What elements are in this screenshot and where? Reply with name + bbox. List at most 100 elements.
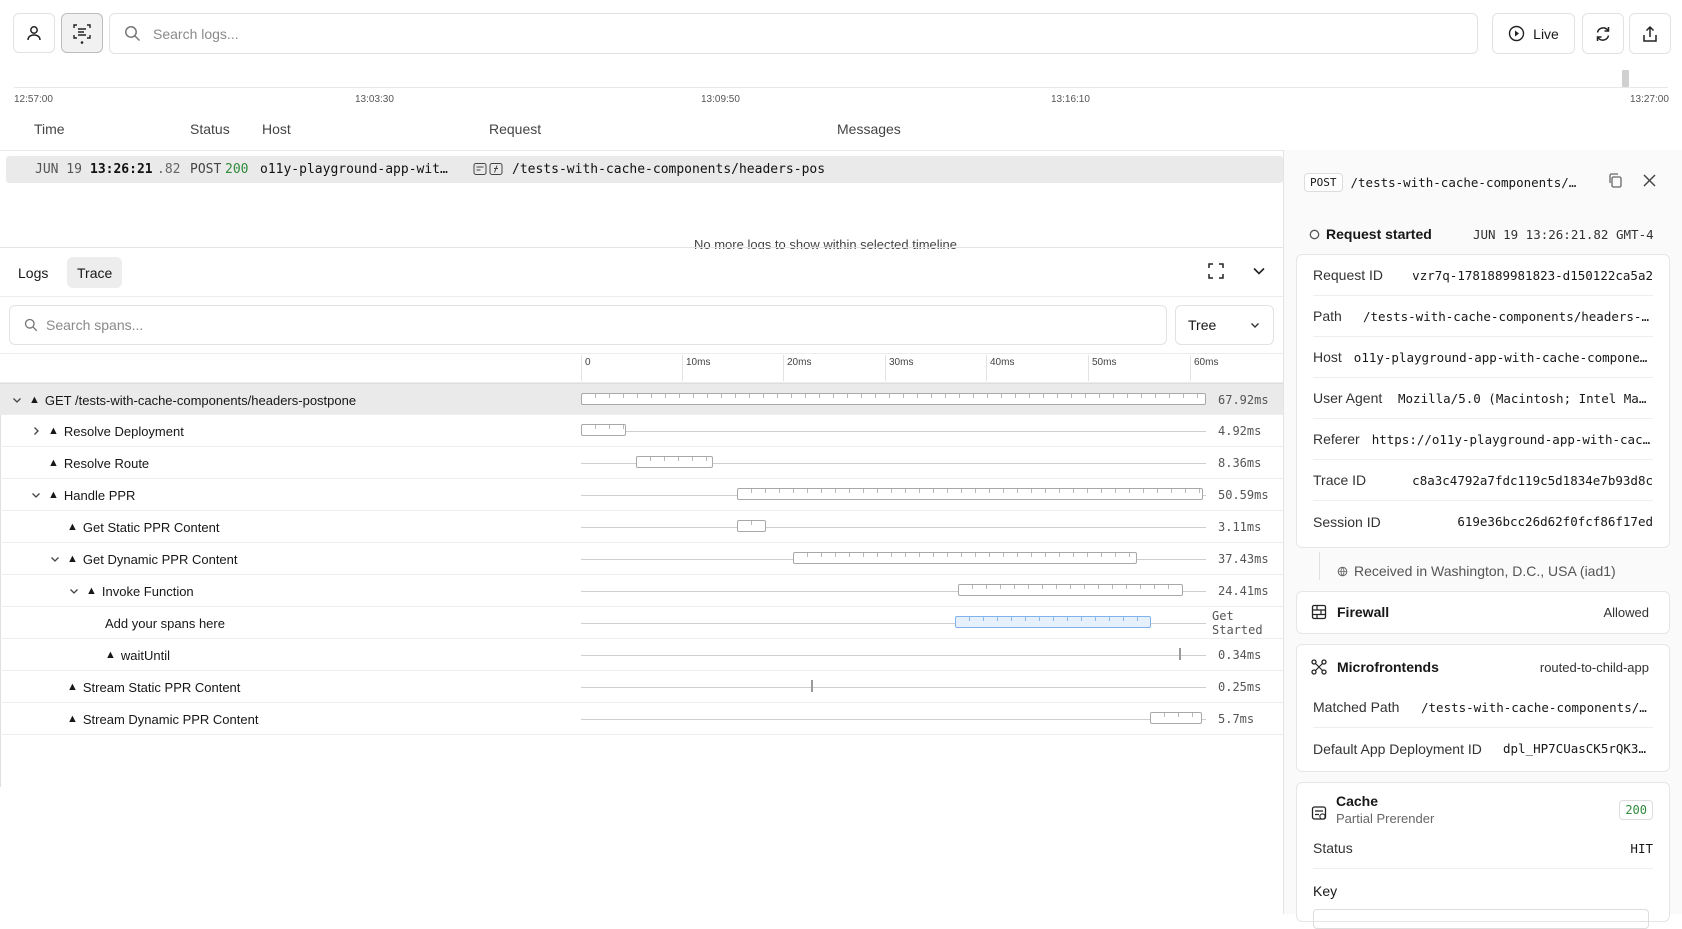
span-row[interactable]: ▲ Resolve Route 8.36ms — [0, 447, 1283, 479]
chevron-down-icon[interactable] — [29, 490, 43, 500]
cache-label: Cache — [1336, 793, 1379, 809]
span-row[interactable]: ▲ Get Dynamic PPR Content 37.43ms — [0, 543, 1283, 575]
export-button[interactable] — [1629, 13, 1671, 54]
user-filter-button[interactable] — [13, 13, 55, 53]
column-header-request[interactable]: Request — [489, 121, 541, 137]
column-header-time[interactable]: Time — [34, 121, 65, 137]
cache-icon — [1311, 806, 1327, 820]
chevron-right-icon[interactable] — [29, 426, 43, 436]
span-row[interactable]: ▲ Invoke Function 24.41ms — [0, 575, 1283, 607]
play-circle-icon — [1508, 25, 1525, 42]
live-button[interactable]: Live — [1492, 13, 1575, 54]
tab-logs[interactable]: Logs — [8, 257, 58, 288]
detail-field-cache-status[interactable]: Status HIT — [1313, 828, 1653, 869]
field-value: c8a3c4792a7fdc119c5d1834e7b93d8c — [1412, 472, 1653, 488]
close-button[interactable] — [1642, 173, 1657, 191]
column-header-status[interactable]: Status — [190, 121, 230, 137]
expand-button[interactable] — [1207, 262, 1225, 283]
get-started-link[interactable]: Get Started — [1212, 607, 1283, 639]
chevron-down-icon[interactable] — [48, 554, 62, 564]
span-bar[interactable] — [636, 456, 714, 468]
detail-field-session-id[interactable]: Session ID 619e36bcc26d62f0fcf86f17ed — [1313, 501, 1653, 542]
panel-divider[interactable] — [0, 247, 1283, 248]
span-bar[interactable] — [737, 488, 1203, 500]
detail-field-matched-path[interactable]: Matched Path /tests-with-cache-component… — [1313, 687, 1653, 728]
detail-field-default-app-deployment[interactable]: Default App Deployment ID dpl_HP7CUasCK5… — [1313, 728, 1653, 769]
span-track — [581, 719, 1206, 720]
log-search-input[interactable]: Search logs... — [109, 13, 1478, 54]
span-bar[interactable] — [792, 552, 1138, 564]
field-value: HIT — [1630, 840, 1653, 856]
timeline-range-handle[interactable] — [1622, 70, 1629, 87]
field-value: vzr7q-1781889981823-d150122ca5a2 — [1412, 267, 1653, 283]
request-started: Request started — [1309, 226, 1432, 242]
span-bar[interactable] — [1179, 648, 1182, 660]
firewall-card[interactable]: Firewall Allowed — [1296, 591, 1670, 634]
share-icon — [1643, 25, 1657, 42]
timeline-tick: 13:03:30 — [355, 94, 394, 105]
log-status: 200 — [225, 162, 249, 177]
field-value: Mozilla/5.0 (Macintosh; Intel Mac OS X) — [1398, 390, 1653, 406]
chevron-down-icon[interactable] — [67, 586, 81, 596]
divider — [0, 296, 1283, 297]
column-header-messages[interactable]: Messages — [837, 121, 901, 137]
refresh-button[interactable] — [1582, 13, 1624, 54]
span-bar[interactable] — [737, 520, 767, 532]
span-bar[interactable] — [581, 393, 1206, 405]
copy-button[interactable] — [1607, 172, 1624, 192]
log-method: POST — [190, 162, 222, 177]
refresh-icon — [1596, 26, 1610, 41]
span-search-input[interactable]: Search spans... — [9, 305, 1167, 345]
log-date: JUN 19 — [35, 162, 82, 177]
detail-field-path[interactable]: Path/tests-with-cache-components/headers… — [1313, 296, 1653, 337]
column-header-host[interactable]: Host — [262, 121, 291, 137]
detail-field-referer[interactable]: Referer https://o11y-playground-app-with-… — [1313, 419, 1653, 460]
span-name: Stream Dynamic PPR Content — [82, 711, 259, 727]
span-row[interactable]: Add your spans here Get Started — [0, 607, 1283, 639]
span-track — [581, 687, 1206, 688]
span-search-placeholder: Search spans... — [46, 317, 144, 333]
span-bar[interactable] — [581, 424, 627, 436]
span-track — [581, 527, 1206, 528]
axis-gridline — [885, 355, 886, 381]
received-in-text: Received in Washington, D.C., USA (iad1) — [1354, 563, 1616, 579]
detail-field-request-id[interactable]: Request ID vzr7q-1781889981823-d150122ca5… — [1313, 255, 1653, 296]
timeline-axis[interactable] — [14, 87, 1668, 88]
span-label: ▲ Get Static PPR Content — [48, 511, 219, 543]
collapse-panel-button[interactable] — [1250, 262, 1268, 283]
detail-field-host[interactable]: Host o11y-playground-app-with-cache-compo… — [1313, 337, 1653, 378]
span-row[interactable]: ▲ Stream Static PPR Content 0.25ms — [0, 671, 1283, 703]
log-row[interactable]: JUN 19 13:26:21 .82 POST 200 o11y-playgr… — [6, 156, 1283, 183]
span-name: Handle PPR — [63, 487, 136, 503]
cache-sublabel: Partial Prerender — [1336, 811, 1435, 826]
globe-icon — [1337, 566, 1348, 576]
field-key: Default App Deployment ID — [1313, 740, 1482, 757]
ai-filter-button[interactable] — [61, 13, 103, 53]
span-bar[interactable] — [1149, 712, 1203, 724]
span-bar[interactable] — [954, 616, 1151, 628]
vercel-triangle-icon: ▲ — [86, 585, 97, 597]
span-row[interactable]: ▲ Stream Dynamic PPR Content 5.7ms — [0, 703, 1283, 735]
detail-field-user-agent[interactable]: User Agent Mozilla/5.0 (Macintosh; Intel … — [1313, 378, 1653, 419]
chevron-down-icon[interactable] — [10, 395, 24, 405]
cache-key-field[interactable] — [1313, 909, 1649, 929]
span-row[interactable]: ▲ Handle PPR 50.59ms — [0, 479, 1283, 511]
detail-field-trace-id[interactable]: Trace ID c8a3c4792a7fdc119c5d1834e7b93d8c — [1313, 460, 1653, 501]
axis-gridline — [682, 355, 683, 381]
cache-status-badge: 200 — [1619, 800, 1653, 820]
view-mode-select[interactable]: Tree — [1175, 305, 1274, 345]
span-row[interactable]: ▲ waitUntil 0.34ms — [0, 639, 1283, 671]
span-row[interactable]: ▲ GET /tests-with-cache-components/header… — [0, 383, 1283, 415]
span-bar[interactable] — [811, 680, 814, 692]
axis-tick-label: 10ms — [686, 357, 711, 368]
copy-icon — [1609, 173, 1622, 188]
vercel-triangle-icon: ▲ — [67, 553, 78, 565]
span-bar[interactable] — [958, 584, 1183, 596]
span-label: ▲ Stream Static PPR Content — [48, 671, 240, 703]
tab-trace[interactable]: Trace — [67, 257, 123, 288]
span-row[interactable]: ▲ Get Static PPR Content 3.11ms — [0, 511, 1283, 543]
span-name: Stream Static PPR Content — [82, 679, 241, 695]
microfrontends-title: Microfrontends — [1311, 659, 1439, 675]
span-row[interactable]: ▲ Resolve Deployment 4.92ms — [0, 415, 1283, 447]
function-icon — [489, 163, 503, 175]
